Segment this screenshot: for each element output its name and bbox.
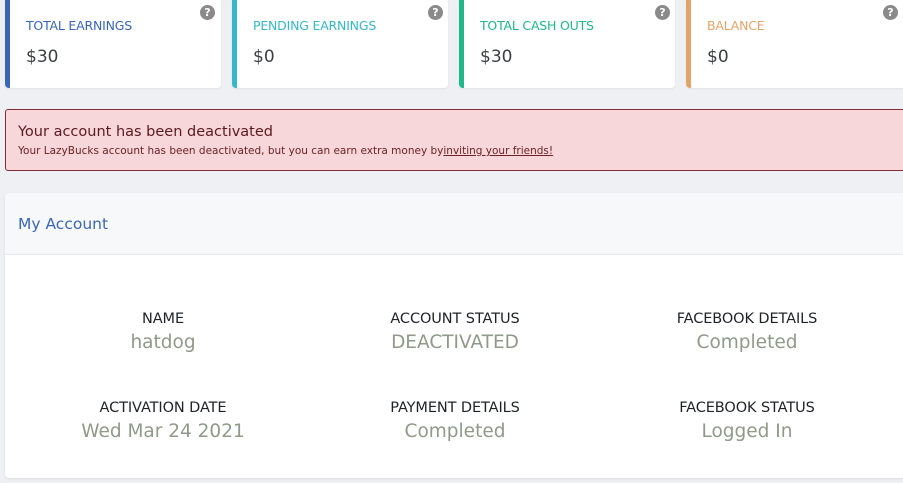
field-label: FACEBOOK DETAILS [676, 311, 818, 327]
invite-friends-link[interactable]: inviting your friends! [443, 145, 553, 157]
facebook-status-field: FACEBOOK STATUS Logged In [617, 400, 877, 442]
balance-value: $0 [707, 47, 729, 67]
facebook-details-field: FACEBOOK DETAILS Completed [617, 311, 877, 353]
field-value: hatdog [130, 332, 196, 353]
total-earnings-value: $30 [26, 47, 59, 67]
deactivation-alert: Your account has been deactivated Your L… [5, 109, 903, 171]
my-account-panel: My Account NAME hatdog ACCOUNT STATUS DE… [5, 193, 903, 478]
card-accent-bar [232, 0, 237, 88]
total-earnings-card: TOTAL EARNINGS $30 ? [5, 0, 221, 88]
balance-card: BALANCE $0 ? [686, 0, 903, 88]
pending-earnings-value: $0 [253, 47, 275, 67]
field-value: Completed [696, 332, 798, 353]
field-value: Wed Mar 24 2021 [81, 421, 245, 442]
field-value: Completed [404, 421, 506, 442]
stats-cards: TOTAL EARNINGS $30 ? PENDING EARNINGS $0… [0, 0, 903, 88]
panel-title: My Account [18, 215, 109, 233]
alert-title: Your account has been deactivated [18, 124, 273, 140]
field-value: Logged In [701, 421, 793, 442]
activation-date-field: ACTIVATION DATE Wed Mar 24 2021 [33, 400, 293, 442]
help-circle-icon[interactable]: ? [428, 5, 443, 20]
total-cash-outs-value: $30 [480, 47, 513, 67]
help-circle-icon[interactable]: ? [200, 5, 215, 20]
total-cash-outs-card: TOTAL CASH OUTS $30 ? [459, 0, 675, 88]
card-accent-bar [686, 0, 691, 88]
field-label: NAME [141, 311, 185, 327]
payment-details-field: PAYMENT DETAILS Completed [325, 400, 585, 442]
panel-header: My Account [5, 193, 903, 255]
alert-message: Your LazyBucks account has been deactiva… [18, 145, 553, 157]
help-circle-icon[interactable]: ? [883, 5, 898, 20]
pending-earnings-card: PENDING EARNINGS $0 ? [232, 0, 448, 88]
field-label: ACCOUNT STATUS [390, 311, 520, 327]
balance-label: BALANCE [707, 18, 765, 33]
alert-message-text: Your LazyBucks account has been deactiva… [18, 145, 444, 157]
total-cash-outs-label: TOTAL CASH OUTS [480, 18, 594, 33]
field-label: FACEBOOK STATUS [679, 400, 815, 416]
card-accent-bar [5, 0, 10, 88]
total-earnings-label: TOTAL EARNINGS [26, 18, 132, 33]
account-status-field: ACCOUNT STATUS DEACTIVATED [325, 311, 585, 353]
field-label: ACTIVATION DATE [99, 400, 227, 416]
field-label: PAYMENT DETAILS [390, 400, 520, 416]
card-accent-bar [459, 0, 464, 88]
pending-earnings-label: PENDING EARNINGS [253, 18, 377, 33]
field-value: DEACTIVATED [391, 332, 519, 353]
name-field: NAME hatdog [33, 311, 293, 353]
help-circle-icon[interactable]: ? [655, 5, 670, 20]
